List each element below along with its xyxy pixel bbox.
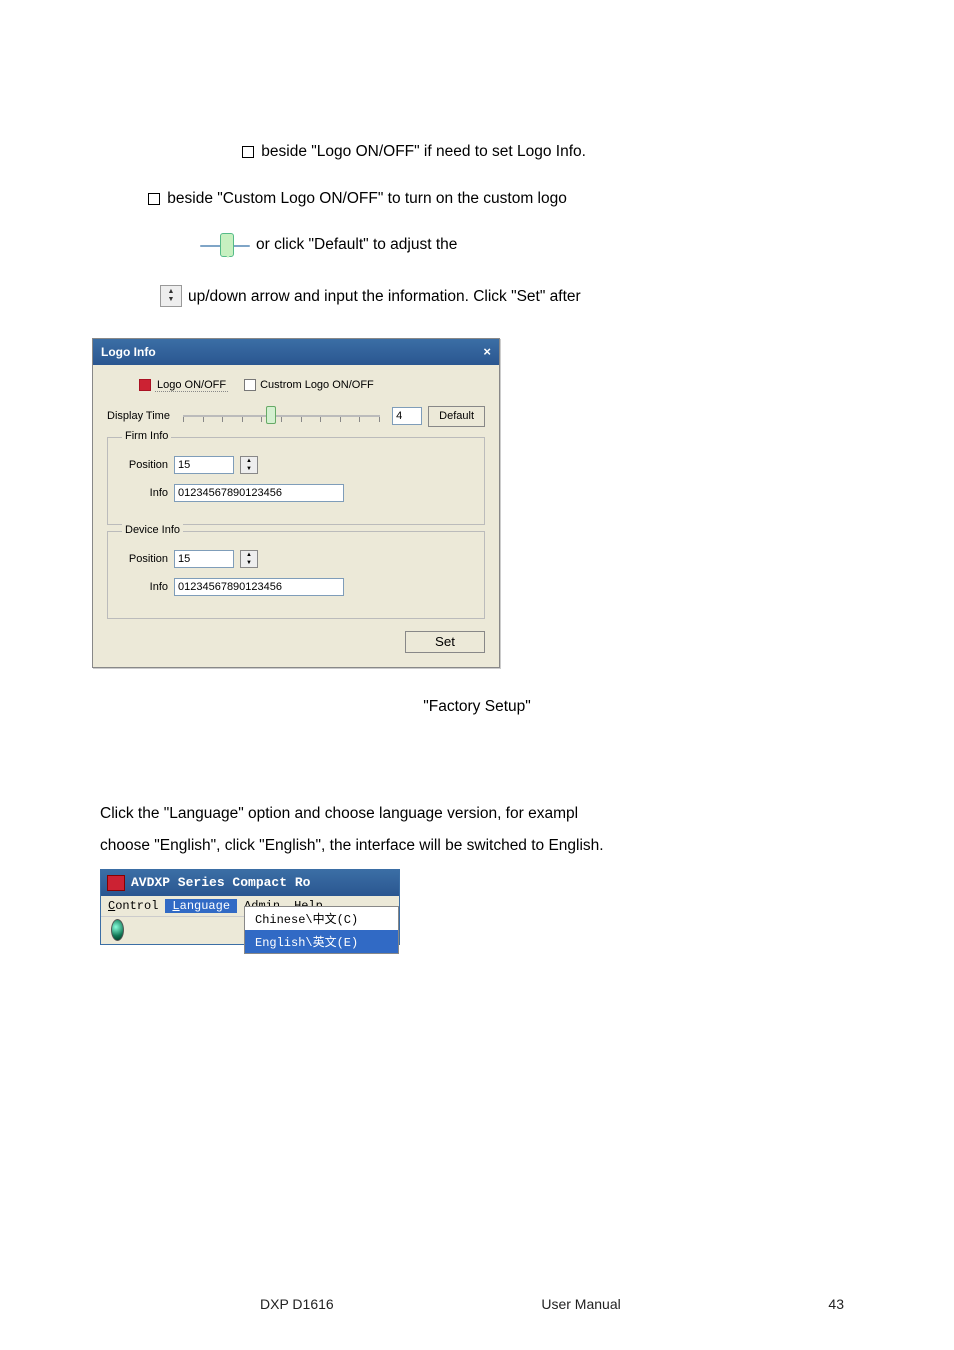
paragraph: Click the "Language" option and choose l… [100,798,854,831]
device-info-input[interactable] [174,578,344,596]
fieldset-legend: Firm Info [122,430,171,442]
footer-page-number: 43 [828,1296,844,1312]
spinner-icon [160,285,182,307]
knob-icon[interactable] [111,919,124,941]
window-titlebar: AVDXP Series Compact Ro [101,870,399,896]
instr-line-4: up/down arrow and input the information.… [188,285,581,308]
fieldset-legend: Device Info [122,524,183,536]
instr-line-3: or click "Default" to adjust the [256,233,457,256]
label: Logo ON/OFF [155,379,228,392]
text: beside "Custom Logo ON/OFF" to turn on t… [163,190,567,207]
logo-onoff-checkbox[interactable]: Logo ON/OFF [139,379,228,392]
checkbox-glyph [148,193,160,205]
position-label: Position [118,553,168,565]
instr-line-2: beside "Custom Logo ON/OFF" to turn on t… [148,187,854,210]
display-time-label: Display Time [107,410,171,422]
firm-position-input[interactable] [174,456,234,474]
dialog-title: Logo Info [101,345,156,359]
footer-center: User Manual [541,1296,620,1312]
menu-screenshot: AVDXP Series Compact Ro Control Language… [100,869,400,945]
info-label: Info [118,487,168,499]
paragraph: choose "English", click "English", the i… [100,830,854,863]
device-position-input[interactable] [174,550,234,568]
app-icon [107,875,125,891]
factory-setup-label: "Factory Setup" [100,698,854,716]
label: Custrom Logo ON/OFF [260,379,374,391]
body-text: Click the "Language" option and choose l… [100,798,854,863]
spinner-icon[interactable]: ▲▼ [240,456,258,474]
dropdown-item-english[interactable]: English\英文(E) [245,930,398,953]
dropdown-item-chinese[interactable]: Chinese\中文(C) [245,907,398,930]
display-time-slider[interactable] [183,406,380,426]
checkbox-glyph [242,146,254,158]
firm-info-input[interactable] [174,484,344,502]
info-label: Info [118,581,168,593]
instr-line-1: beside "Logo ON/OFF" if need to set Logo… [242,140,854,163]
display-time-input[interactable] [392,407,422,425]
logo-info-dialog: Logo Info × Logo ON/OFF Custrom Logo ON/… [92,338,500,668]
window-title: AVDXP Series Compact Ro [131,875,310,890]
spinner-icon[interactable]: ▲▼ [240,550,258,568]
position-label: Position [118,459,168,471]
slider-icon [200,233,250,259]
footer-left: DXP D1616 [260,1296,334,1312]
firm-info-fieldset: Firm Info Position ▲▼ Info [107,437,485,525]
page-footer: DXP D1616 User Manual 43 [0,1296,954,1312]
default-button[interactable]: Default [428,406,485,427]
device-info-fieldset: Device Info Position ▲▼ Info [107,531,485,619]
close-icon[interactable]: × [483,344,491,359]
text: beside "Logo ON/OFF" if need to set Logo… [257,143,586,160]
set-button[interactable]: Set [405,631,485,653]
language-dropdown: Chinese\中文(C) English\英文(E) [244,906,399,954]
custom-logo-checkbox[interactable]: Custrom Logo ON/OFF [244,379,374,392]
dialog-titlebar[interactable]: Logo Info × [93,339,499,365]
